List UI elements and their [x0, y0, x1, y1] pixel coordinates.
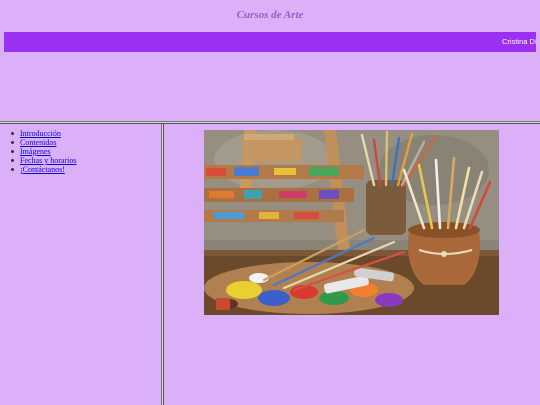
nav-link-fechas[interactable]: Fechas y horarios: [20, 156, 76, 165]
bullet-icon: [11, 159, 14, 162]
nav-link-introduccion[interactable]: Introducción: [20, 129, 61, 138]
nav-item-contenidos: Contenidos: [11, 138, 76, 147]
nav-list: Introducción Contenidos Imágenes Fechas …: [11, 129, 76, 174]
nav-item-contacto: ¡Contáctanos!: [11, 165, 76, 174]
art-supplies-image: [204, 130, 499, 315]
bullet-icon: [11, 141, 14, 144]
marquee-text: Cristina Día: [502, 37, 536, 46]
content-frame: [164, 124, 540, 405]
bullet-icon: [11, 168, 14, 171]
nav-item-imagenes: Imágenes: [11, 147, 76, 156]
navigation-frame: Introducción Contenidos Imágenes Fechas …: [0, 124, 161, 405]
header-frame: Cursos de Arte Cristina Día: [0, 0, 540, 121]
bullet-icon: [11, 150, 14, 153]
nav-link-contacto[interactable]: ¡Contáctanos!: [20, 165, 65, 174]
marquee-banner: Cristina Día: [4, 32, 536, 52]
bullet-icon: [11, 132, 14, 135]
site-title: Cursos de Arte: [236, 9, 304, 21]
nav-link-contenidos[interactable]: Contenidos: [20, 138, 56, 147]
nav-item-introduccion: Introducción: [11, 129, 76, 138]
nav-item-fechas: Fechas y horarios: [11, 156, 76, 165]
nav-link-imagenes[interactable]: Imágenes: [20, 147, 51, 156]
